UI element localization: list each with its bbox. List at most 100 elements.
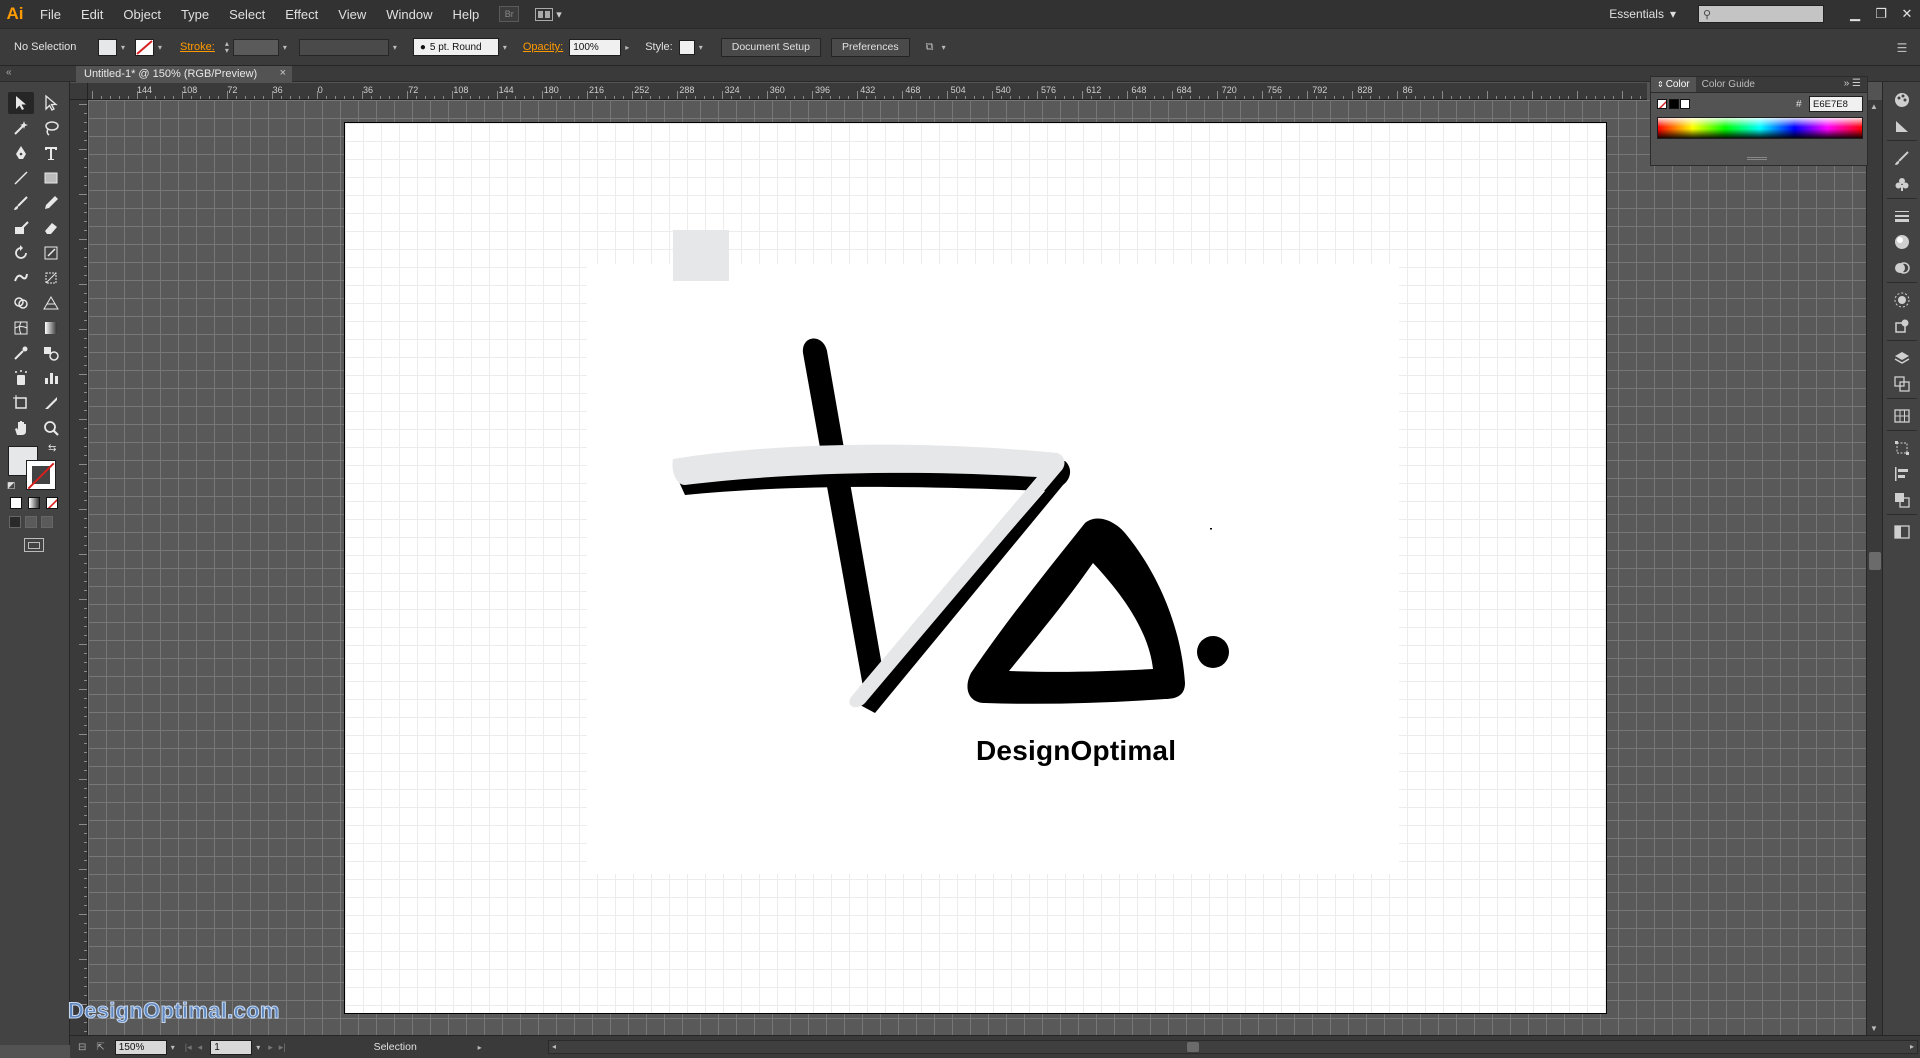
close-window-button[interactable]: ✕ — [1894, 0, 1920, 28]
logo-dot[interactable] — [1197, 636, 1229, 668]
none-swatch[interactable] — [1657, 99, 1667, 109]
transform-panel-icon[interactable] — [1892, 438, 1912, 458]
variable-width-profile[interactable] — [298, 38, 389, 56]
slice-tool[interactable] — [38, 392, 64, 414]
stroke-panel-icon[interactable] — [1892, 206, 1912, 226]
arrange-icon[interactable]: ⧉ — [922, 39, 938, 56]
symbol-sprayer-tool[interactable] — [8, 367, 34, 389]
document-tab[interactable]: Untitled-1* @ 150% (RGB/Preview) × — [76, 66, 292, 82]
collapse-panels-icon[interactable]: « — [6, 67, 12, 78]
scale-tool[interactable] — [38, 242, 64, 264]
line-segment-tool[interactable] — [8, 167, 34, 189]
pen-tool[interactable] — [8, 142, 34, 164]
magic-wand-tool[interactable] — [8, 117, 34, 139]
status-mode[interactable]: Selection — [374, 1041, 464, 1053]
brush-dropdown[interactable]: ▾ — [499, 39, 511, 56]
stroke-weight-field[interactable] — [232, 38, 279, 56]
brush-definition[interactable]: ● 5 pt. Round — [412, 38, 499, 56]
default-fill-stroke-icon[interactable]: ◩ — [7, 480, 16, 491]
paintbrush-tool[interactable] — [8, 192, 34, 214]
scroll-up-icon[interactable]: ▲ — [1870, 102, 1878, 111]
tab-color[interactable]: ⇕ Color — [1651, 77, 1696, 92]
selection-tool[interactable] — [8, 92, 34, 114]
hex-input[interactable]: E6E7E8 — [1809, 96, 1863, 112]
swatches-panel-icon[interactable] — [1892, 406, 1912, 426]
scroll-right-icon[interactable]: ▸ — [1910, 1042, 1914, 1051]
free-transform-tool[interactable] — [38, 267, 64, 289]
menu-view[interactable]: View — [328, 0, 376, 28]
document-setup-button[interactable]: Document Setup — [720, 37, 821, 57]
bridge-icon[interactable]: Br — [499, 6, 520, 22]
color-mode-button[interactable] — [10, 497, 22, 509]
gradient-tool[interactable] — [38, 317, 64, 339]
artboard-navigator-icon[interactable]: ⊟ — [78, 1042, 86, 1053]
align-panel-icon[interactable] — [1892, 464, 1912, 484]
screen-mode-button[interactable] — [24, 538, 44, 552]
rotate-tool[interactable] — [8, 242, 34, 264]
artboard-dropdown-icon[interactable]: ▾ — [256, 1043, 260, 1052]
horizontal-ruler[interactable]: 144 108 72 36 0 36 72 108 144 180 216 252 288 324 360 3… — [88, 83, 1647, 100]
logo-artwork[interactable] — [345, 123, 1608, 1015]
pathfinder-panel-icon[interactable] — [1892, 490, 1912, 510]
minimize-button[interactable]: ▁ — [1842, 0, 1868, 28]
artboard[interactable]: DesignOptimal — [344, 122, 1607, 1014]
image-trace-panel-icon[interactable] — [1892, 522, 1912, 542]
scroll-left-icon[interactable]: ◂ — [552, 1042, 556, 1051]
color-spectrum[interactable] — [1657, 117, 1863, 139]
layers-panel-icon[interactable] — [1892, 348, 1912, 368]
blend-tool[interactable] — [38, 342, 64, 364]
style-swatch[interactable] — [678, 39, 695, 55]
variable-width-dropdown[interactable]: ▾ — [389, 39, 401, 56]
vertical-scrollbar[interactable]: ▲ ▼ — [1866, 100, 1882, 1035]
menu-help[interactable]: Help — [442, 0, 489, 28]
brushes-panel-icon[interactable] — [1892, 148, 1912, 168]
gradient-mode-button[interactable] — [28, 497, 40, 509]
stroke-label[interactable]: Stroke: — [180, 41, 215, 53]
artboard-number-field[interactable]: 1 — [210, 1039, 253, 1055]
transparency-panel-icon[interactable] — [1892, 258, 1912, 278]
type-tool[interactable] — [38, 142, 64, 164]
scroll-down-icon[interactable]: ▼ — [1870, 1024, 1878, 1033]
swap-fill-stroke-icon[interactable]: ⇆ — [48, 443, 56, 454]
tab-color-guide[interactable]: Color Guide — [1696, 77, 1761, 92]
stroke-dropdown[interactable]: ▾ — [154, 39, 166, 56]
menu-file[interactable]: File — [30, 0, 71, 28]
opacity-arrow[interactable]: ▸ — [621, 39, 633, 56]
restore-button[interactable]: ❐ — [1868, 0, 1894, 28]
arrange-documents-button[interactable]: ▾ — [535, 7, 562, 21]
appearance-panel-icon[interactable] — [1892, 290, 1912, 310]
mesh-tool[interactable] — [8, 317, 34, 339]
menu-select[interactable]: Select — [219, 0, 275, 28]
rectangle-tool[interactable] — [38, 167, 64, 189]
close-icon[interactable]: × — [280, 67, 286, 79]
menu-object[interactable]: Object — [113, 0, 171, 28]
brand-text[interactable]: DesignOptimal — [976, 735, 1176, 767]
workspace-switcher[interactable]: Essentials ▾ — [1609, 7, 1676, 21]
color-panel-icon[interactable] — [1892, 90, 1912, 110]
shape-builder-tool[interactable] — [8, 292, 34, 314]
stroke-swatch[interactable] — [135, 38, 154, 56]
last-artboard-icon[interactable]: ▸| — [279, 1042, 286, 1053]
warp-tool[interactable] — [8, 267, 34, 289]
opacity-field[interactable]: 100% — [569, 38, 622, 56]
canvas[interactable]: DesignOptimal — [88, 100, 1871, 1035]
none-mode-button[interactable] — [46, 497, 58, 509]
horizontal-scroll-thumb[interactable] — [1187, 1042, 1199, 1052]
next-artboard-icon[interactable]: ▸ — [268, 1042, 273, 1053]
search-input[interactable]: ⚲ — [1698, 5, 1824, 23]
stroke-weight-stepper[interactable]: ▴ ▾ — [221, 39, 233, 56]
menu-type[interactable]: Type — [171, 0, 219, 28]
fill-dropdown[interactable]: ▾ — [117, 39, 129, 56]
perspective-grid-tool[interactable] — [38, 292, 64, 314]
hand-tool[interactable] — [8, 417, 34, 439]
column-graph-tool[interactable] — [38, 367, 64, 389]
menu-edit[interactable]: Edit — [71, 0, 113, 28]
status-menu-icon[interactable]: ▸ — [478, 1043, 482, 1052]
ruler-origin[interactable] — [70, 83, 88, 100]
direct-selection-tool[interactable] — [38, 92, 64, 114]
eyedropper-tool[interactable] — [8, 342, 34, 364]
zoom-field[interactable]: 150% — [114, 1039, 167, 1055]
fill-swatch[interactable] — [98, 38, 117, 56]
black-swatch[interactable] — [1669, 99, 1679, 109]
panel-resize-grip[interactable] — [1747, 157, 1767, 160]
